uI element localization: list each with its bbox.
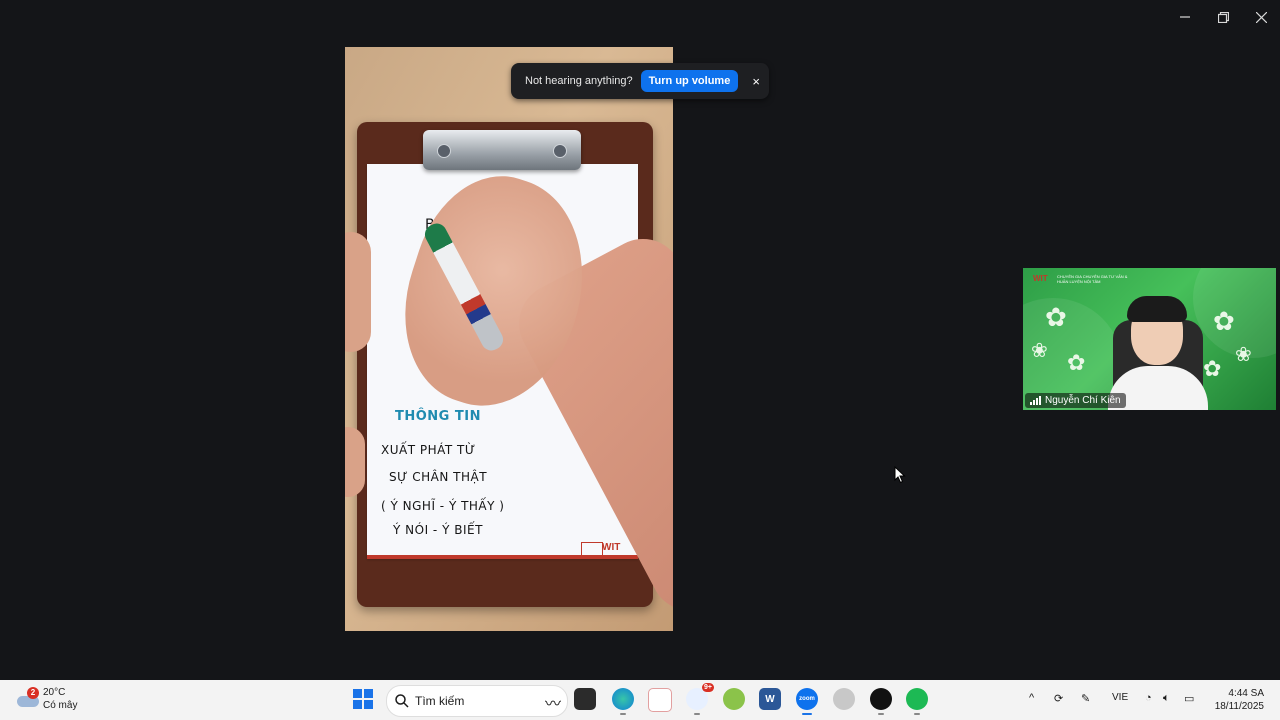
clock-date: 18/11/2025: [1214, 701, 1264, 712]
handwriting-line-4: Ý NÓI - Ý BIẾT: [393, 523, 483, 537]
lotus-icon: ✿: [1213, 306, 1235, 336]
clipboard-clip: [423, 130, 581, 170]
weather-widget[interactable]: 2 20°C Có mây: [14, 686, 77, 712]
start-button[interactable]: [353, 689, 373, 709]
tile-brand-tagline: CHUYÊN GIA CHUYÊN GIA TƯ VẤN & HUẤN LUYỆ…: [1057, 274, 1128, 284]
tray-chevron-up-icon[interactable]: ^: [1029, 692, 1034, 704]
weather-badge: 2: [27, 687, 39, 699]
search-icon: [395, 694, 409, 708]
audio-toast: Not hearing anything? Turn up volume ×: [511, 63, 769, 99]
taskbar-zalo-icon[interactable]: 9+: [686, 683, 714, 715]
wit-logo: WIT: [602, 542, 621, 553]
taskbar-clock[interactable]: 4:44 SA 18/11/2025: [1215, 687, 1264, 713]
lotus-icon: ❀: [1235, 344, 1252, 366]
minimize-button[interactable]: [1166, 0, 1204, 34]
toast-message: Not hearing anything?: [525, 75, 633, 87]
lotus-icon: ❀: [1031, 340, 1048, 362]
taskbar-search[interactable]: Tìm kiếm 〰: [386, 685, 568, 717]
taskbar-snipping-icon[interactable]: [648, 688, 672, 712]
restore-icon: [1217, 11, 1229, 23]
taskbar-spotify-icon[interactable]: [906, 688, 928, 715]
wit-logo-box: [581, 542, 603, 556]
participant-video-tile[interactable]: WIT CHUYÊN GIA CHUYÊN GIA TƯ VẤN & HUẤN …: [1023, 268, 1276, 410]
minimize-icon: [1180, 16, 1190, 18]
taskbar-task-view-icon[interactable]: [574, 688, 596, 710]
window-controls: [1166, 0, 1280, 34]
taskbar-edge-icon[interactable]: [612, 688, 634, 715]
cloud-icon: 2: [14, 687, 40, 709]
windows-logo-icon: [353, 689, 362, 698]
person-hair: [1127, 296, 1187, 322]
lotus-icon: ✿: [1203, 356, 1222, 381]
shared-screen[interactable]: B THÔNG TIN XUẤT PHÁT TỪ SỰ CHÂN THẬT ( …: [345, 47, 673, 631]
taskbar-zoom-icon[interactable]: zoom: [796, 688, 818, 715]
toast-close-icon[interactable]: ×: [752, 74, 760, 89]
zalo-badge: 9+: [702, 683, 714, 692]
close-window-button[interactable]: [1242, 0, 1280, 34]
turn-up-volume-button[interactable]: Turn up volume: [640, 70, 739, 92]
lotus-icon: ✿: [1045, 302, 1067, 332]
search-highlight-icon: 〰: [544, 696, 561, 713]
participant-name-label: Nguyễn Chí Kiên: [1025, 393, 1126, 408]
weather-condition: Có mây: [43, 700, 78, 711]
close-icon: [1255, 11, 1267, 23]
handwriting-title: THÔNG TIN: [395, 409, 481, 424]
mouse-cursor-icon: [894, 466, 906, 484]
taskbar-word-icon[interactable]: W: [759, 688, 781, 710]
tray-ime-icon[interactable]: ✎: [1081, 692, 1090, 705]
taskbar-capcut-icon[interactable]: [870, 688, 892, 715]
tray-volume-icon[interactable]: 🔈︎: [1163, 692, 1170, 705]
clock-time: 4:44 SA: [1228, 688, 1264, 699]
tray-language[interactable]: VIE: [1112, 692, 1128, 703]
search-placeholder: Tìm kiếm: [415, 694, 465, 708]
participant-name: Nguyễn Chí Kiên: [1045, 395, 1121, 406]
signal-icon: [1030, 396, 1041, 405]
tile-brand-logo: WIT: [1033, 274, 1048, 283]
left-hand-lower: [345, 427, 365, 497]
weather-temp: 20°C: [43, 687, 66, 698]
taskbar: 2 20°C Có mây Tìm kiếm 〰 9+ W zoom ^ ⟳ ✎…: [0, 680, 1280, 720]
handwriting-line-2: SỰ CHÂN THẬT: [389, 470, 488, 484]
handwriting-line-1: XUẤT PHÁT TỪ: [381, 443, 476, 457]
restore-button[interactable]: [1204, 0, 1242, 34]
taskbar-app-gray-icon[interactable]: [833, 688, 855, 710]
left-hand: [345, 232, 371, 352]
tray-sync-icon[interactable]: ⟳: [1054, 692, 1063, 705]
tray-battery-icon[interactable]: ▭: [1184, 692, 1194, 705]
handwriting-line-3: ( Ý NGHĨ - Ý THẤY ): [381, 499, 505, 513]
tray-wifi-icon[interactable]: ◔: [1145, 692, 1152, 704]
taskbar-app-green-icon[interactable]: [723, 688, 745, 710]
lotus-icon: ✿: [1067, 350, 1086, 375]
